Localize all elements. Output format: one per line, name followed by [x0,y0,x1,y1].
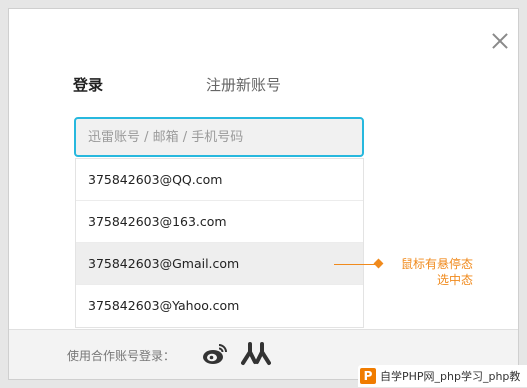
weibo-icon[interactable] [202,342,228,366]
suggestion-item[interactable]: 375842603@Yahoo.com [76,285,363,327]
tab-login[interactable]: 登录 [73,75,103,95]
tab-register[interactable]: 注册新账号 [206,75,281,95]
annotation-line-1: 鼠标有悬停态 [400,257,473,271]
annotation-line [334,264,379,265]
annotation-marker [373,258,384,269]
account-input[interactable] [76,119,362,155]
annotation-text: 鼠标有悬停态 选中态 [385,256,473,288]
watermark-logo: P [360,368,376,384]
suggestion-item-hovered[interactable]: 375842603@Gmail.com [76,243,363,285]
suggestion-dropdown: 375842603@QQ.com 375842603@163.com 37584… [75,158,364,328]
site-watermark: P 自学PHP网_php学习_php教 [358,365,527,387]
partner-login-label: 使用合作账号登录： [67,349,176,363]
close-icon[interactable] [487,28,513,54]
login-dialog: 登录 注册新账号 375842603@QQ.com 375842603@163.… [8,8,519,380]
suggestion-item[interactable]: 375842603@QQ.com [76,159,363,201]
watermark-text: 自学PHP网_php学习_php教 [380,370,521,383]
suggestion-item[interactable]: 375842603@163.com [76,201,363,243]
account-input-wrapper [74,117,364,157]
renren-icon[interactable] [241,342,271,366]
annotation-line-2: 选中态 [436,273,473,287]
